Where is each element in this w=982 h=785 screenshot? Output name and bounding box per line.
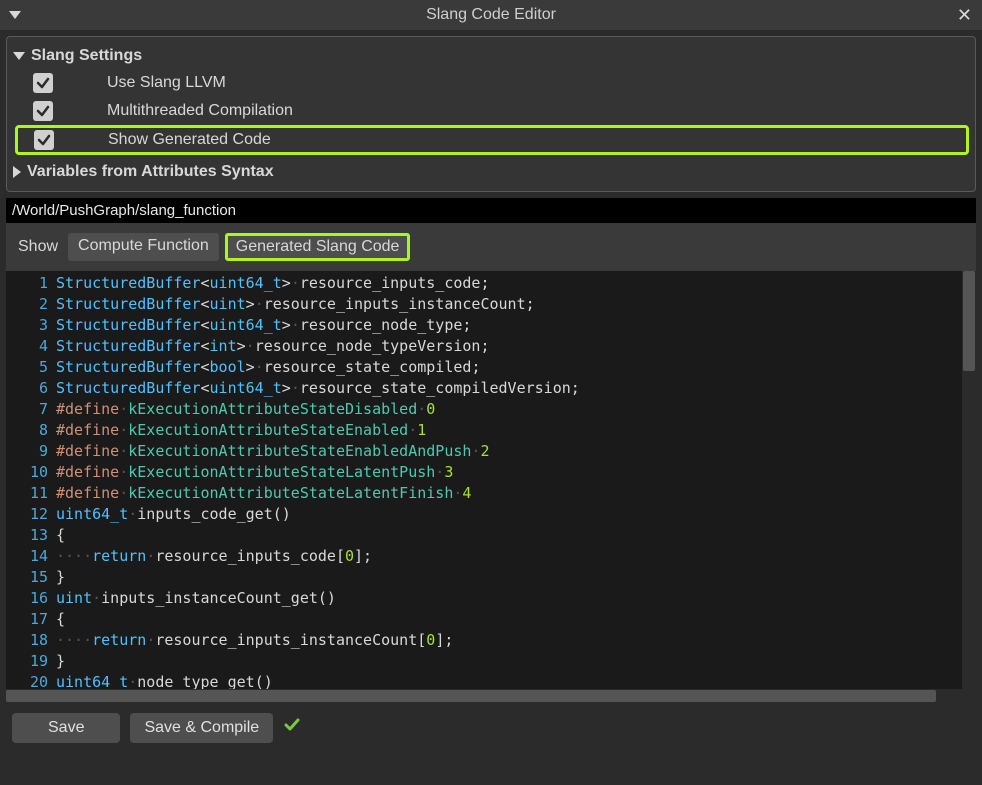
code-line[interactable]: #define·kExecutionAttributeStateDisabled… <box>56 399 962 420</box>
code-line[interactable]: #define·kExecutionAttributeStateEnabledA… <box>56 441 962 462</box>
horizontal-scrollbar[interactable] <box>6 689 976 703</box>
code-line[interactable]: uint·inputs_instanceCount_get() <box>56 588 962 609</box>
tab-row: Show Compute FunctionGenerated Slang Cod… <box>6 223 976 271</box>
line-gutter: 1234567891011121314151617181920 <box>6 271 56 689</box>
checkbox[interactable] <box>33 73 53 93</box>
checkbox-label: Multithreaded Compilation <box>107 102 293 120</box>
settings-row: Use Slang LLVM <box>13 69 969 97</box>
settings-row: Multithreaded Compilation <box>13 97 969 125</box>
horizontal-scroll-thumb[interactable] <box>6 690 936 702</box>
checkbox[interactable] <box>33 101 53 121</box>
code-line[interactable]: { <box>56 525 962 546</box>
code-body[interactable]: StructuredBuffer<uint64_t>·resource_inpu… <box>56 271 962 689</box>
tab[interactable]: Compute Function <box>68 233 219 261</box>
save-compile-button[interactable]: Save & Compile <box>130 713 273 743</box>
settings-header-label: Slang Settings <box>31 47 142 65</box>
code-line[interactable]: #define·kExecutionAttributeStateLatentPu… <box>56 462 962 483</box>
close-icon[interactable]: ✕ <box>953 5 976 26</box>
chevron-right-icon <box>13 166 21 178</box>
compile-success-icon <box>283 716 301 740</box>
code-line[interactable]: { <box>56 609 962 630</box>
code-line[interactable]: StructuredBuffer<uint64_t>·resource_node… <box>56 315 962 336</box>
chevron-down-icon <box>13 52 25 60</box>
save-button[interactable]: Save <box>12 713 120 743</box>
code-line[interactable]: StructuredBuffer<bool>·resource_state_co… <box>56 357 962 378</box>
settings-panel: Slang Settings Use Slang LLVM Multithread… <box>6 36 976 192</box>
code-line[interactable]: #define·kExecutionAttributeStateEnabled·… <box>56 420 962 441</box>
code-line[interactable]: } <box>56 567 962 588</box>
window-menu-icon[interactable] <box>6 6 24 24</box>
code-line[interactable]: StructuredBuffer<uint>·resource_inputs_i… <box>56 294 962 315</box>
code-line[interactable]: StructuredBuffer<uint64_t>·resource_inpu… <box>56 273 962 294</box>
code-line[interactable]: ····return·resource_inputs_instanceCount… <box>56 630 962 651</box>
path-bar[interactable]: /World/PushGraph/slang_function <box>6 198 976 223</box>
code-line[interactable]: StructuredBuffer<int>·resource_node_type… <box>56 336 962 357</box>
code-line[interactable]: } <box>56 651 962 672</box>
window-title: Slang Code Editor <box>0 6 982 24</box>
tab[interactable]: Generated Slang Code <box>225 233 411 261</box>
code-line[interactable]: uint64_t·node_type_get() <box>56 672 962 689</box>
vertical-scrollbar[interactable] <box>962 271 976 689</box>
vertical-scroll-thumb[interactable] <box>963 271 975 371</box>
variables-header[interactable]: Variables from Attributes Syntax <box>13 159 969 185</box>
titlebar: Slang Code Editor ✕ <box>0 0 982 30</box>
code-line[interactable]: uint64_t·inputs_code_get() <box>56 504 962 525</box>
code-line[interactable]: StructuredBuffer<uint64_t>·resource_stat… <box>56 378 962 399</box>
code-line[interactable]: #define·kExecutionAttributeStateLatentFi… <box>56 483 962 504</box>
checkbox-label: Use Slang LLVM <box>107 74 226 92</box>
settings-row: Show Generated Code <box>15 125 969 155</box>
checkbox[interactable] <box>34 130 54 150</box>
code-editor[interactable]: 1234567891011121314151617181920 Structur… <box>6 271 976 689</box>
settings-header[interactable]: Slang Settings <box>13 43 969 69</box>
variables-header-label: Variables from Attributes Syntax <box>27 163 274 181</box>
code-line[interactable]: ····return·resource_inputs_code[0]; <box>56 546 962 567</box>
checkbox-label: Show Generated Code <box>108 131 271 149</box>
show-label: Show <box>18 238 58 256</box>
footer: Save Save & Compile <box>0 703 982 753</box>
